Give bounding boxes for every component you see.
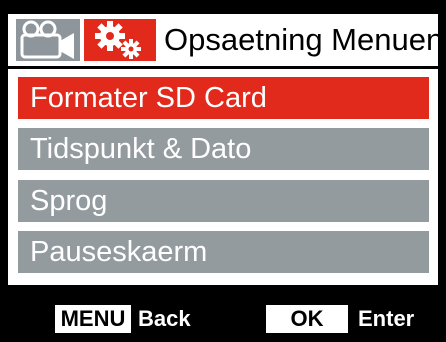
dashcam-screen: Opsaetning Menuen Formater SD Card Tidsp… bbox=[0, 0, 446, 342]
video-camera-icon bbox=[20, 20, 74, 59]
back-label: Back bbox=[138, 306, 191, 331]
enter-label: Enter bbox=[358, 306, 415, 331]
tab-video[interactable] bbox=[16, 19, 80, 61]
header-bar: Opsaetning Menuen bbox=[8, 14, 443, 66]
tab-setup[interactable] bbox=[84, 19, 156, 61]
menu-key-badge[interactable]: MENU bbox=[55, 305, 131, 333]
menu-item-format-sd-card[interactable]: Formater SD Card bbox=[18, 77, 429, 119]
gears-icon bbox=[95, 21, 141, 59]
settings-menu: Formater SD Card Tidspunkt & Dato Sprog … bbox=[8, 69, 438, 285]
menu-item-language[interactable]: Sprog bbox=[18, 180, 429, 222]
menu-item-screensaver[interactable]: Pauseskaerm bbox=[18, 231, 429, 273]
page-title: Opsaetning Menuen bbox=[164, 22, 444, 57]
ok-key-badge[interactable]: OK bbox=[266, 305, 348, 333]
menu-item-date-time[interactable]: Tidspunkt & Dato bbox=[18, 128, 429, 170]
